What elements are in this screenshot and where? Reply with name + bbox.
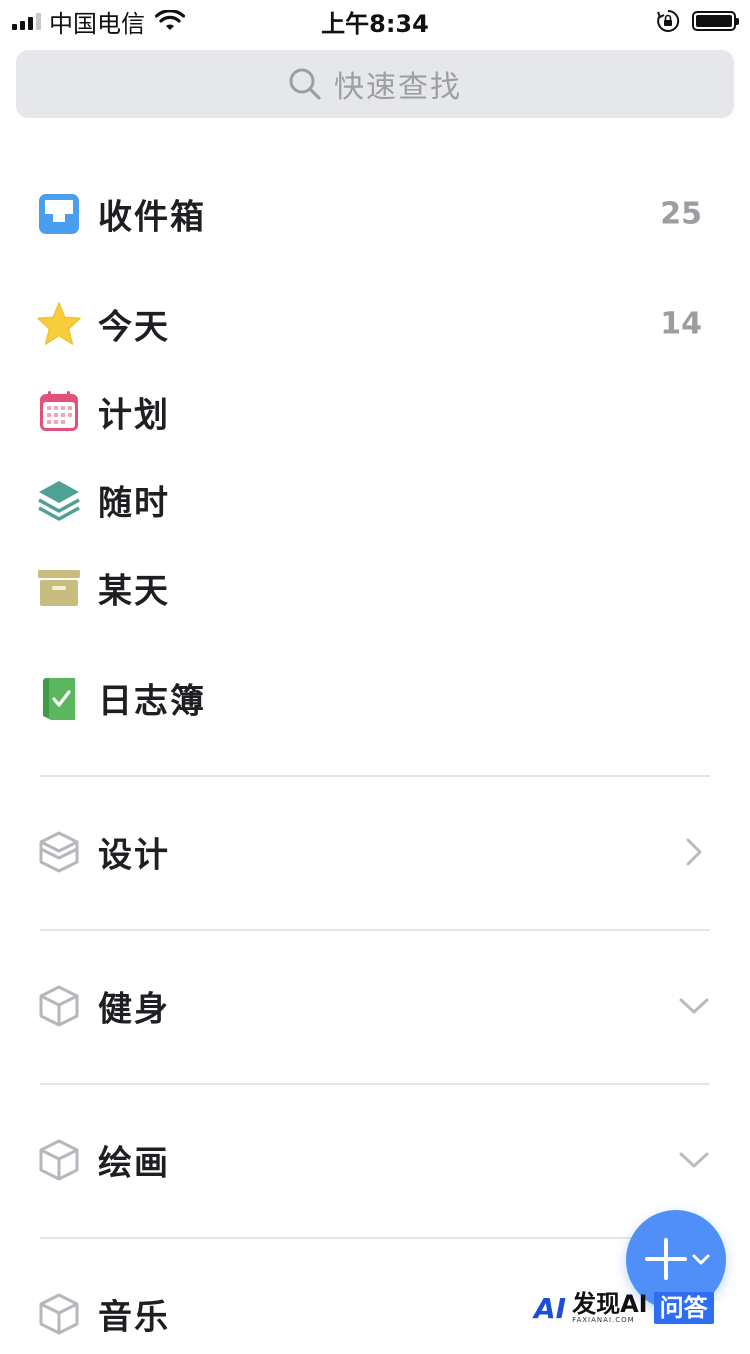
battery-icon — [692, 11, 739, 31]
archive-box-icon — [36, 565, 82, 611]
list-item-upcoming[interactable]: 计划 — [0, 372, 750, 452]
list-item-label: 收件箱 — [98, 197, 206, 238]
watermark-badge: 问答 — [653, 1292, 714, 1324]
area-label: 绘画 — [98, 1143, 170, 1184]
chevron-right-icon[interactable] — [678, 836, 710, 868]
calendar-icon — [36, 389, 82, 435]
inbox-icon — [36, 191, 82, 237]
divider — [40, 775, 710, 777]
chevron-down-icon[interactable] — [678, 1144, 710, 1176]
cube-icon — [36, 1137, 82, 1183]
count-badge: 14 — [660, 306, 702, 342]
layers-icon — [36, 477, 82, 523]
area-label: 健身 — [98, 989, 170, 1030]
list-item-inbox[interactable]: 收件箱 25 — [0, 174, 750, 254]
divider — [40, 1237, 710, 1239]
area-fitness[interactable]: 健身 — [0, 966, 750, 1046]
divider — [40, 1083, 710, 1085]
watermark: AI 发现AI FAXIANAI.COM 问答 — [534, 1290, 714, 1326]
rotation-lock-icon — [657, 9, 680, 32]
area-label: 音乐 — [98, 1297, 170, 1338]
clock: 上午8:34 — [321, 10, 429, 38]
watermark-logo: AI — [534, 1291, 567, 1325]
search-icon — [289, 68, 321, 100]
list-item-logbook[interactable]: 日志簿 — [0, 658, 750, 738]
list-item-label: 今天 — [98, 307, 170, 348]
list-item-anytime[interactable]: 随时 — [0, 460, 750, 540]
area-design[interactable]: 设计 — [0, 812, 750, 892]
list-item-label: 计划 — [98, 395, 170, 436]
cube-icon — [36, 1291, 82, 1337]
area-painting[interactable]: 绘画 — [0, 1120, 750, 1200]
chevron-down-icon[interactable] — [678, 990, 710, 1022]
list-item-label: 随时 — [98, 483, 170, 524]
watermark-name: 发现AI — [572, 1290, 648, 1318]
list-item-someday[interactable]: 某天 — [0, 548, 750, 628]
search-placeholder: 快速查找 — [334, 70, 462, 105]
divider — [40, 929, 710, 931]
list-item-label: 日志簿 — [98, 681, 206, 722]
star-icon — [36, 301, 82, 347]
cube-icon — [36, 829, 82, 875]
cube-icon — [36, 983, 82, 1029]
status-bar: 中国电信 上午8:34 — [0, 0, 750, 40]
area-label: 设计 — [98, 835, 170, 876]
search-field[interactable]: 快速查找 — [16, 50, 734, 118]
logbook-icon — [36, 675, 82, 721]
list-item-label: 某天 — [98, 571, 170, 612]
list-item-today[interactable]: 今天 14 — [0, 284, 750, 364]
watermark-domain: FAXIANAI.COM — [572, 1316, 635, 1324]
count-badge: 25 — [660, 196, 702, 232]
